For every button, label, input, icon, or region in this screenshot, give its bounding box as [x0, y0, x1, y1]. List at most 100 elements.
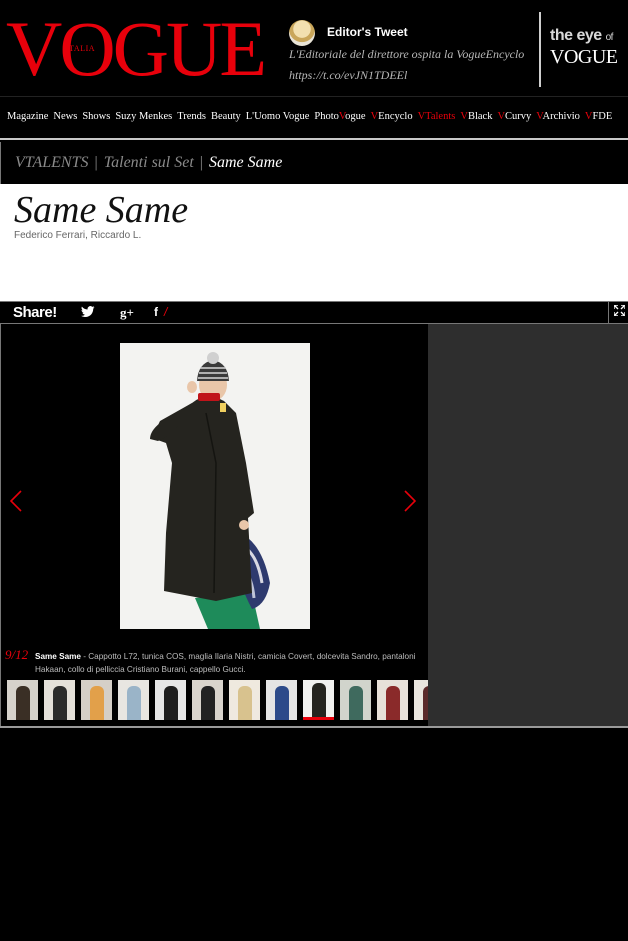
gallery-thumbnail[interactable]: [7, 680, 38, 720]
editor-avatar: [289, 20, 315, 46]
nav-item-label: L'Uomo Vogue: [245, 111, 310, 122]
gallery-thumbnail[interactable]: [266, 680, 297, 720]
nav-item-trends[interactable]: Trends: [177, 111, 206, 122]
tweet-line: L'Editoriale del direttore ospita la Vog…: [289, 47, 525, 61]
site-header: VOGUE ITALIA Editor's Tweet L'Editoriale…: [0, 0, 628, 96]
thumbnail-figure: [200, 686, 215, 720]
fullscreen-button[interactable]: [608, 302, 628, 323]
eye-logo-line1: the eye: [550, 27, 602, 44]
nav-item-label: Trends: [177, 111, 207, 122]
thumbnail-figure: [52, 686, 67, 720]
thumbnail-figure: [163, 686, 178, 720]
breadcrumb-inner: VTALENTS | Talenti sul Set | Same Same: [15, 154, 282, 172]
gallery-caption: Same Same - Cappotto L72, tunica COS, ma…: [35, 650, 427, 676]
nav-list: Magazine News Shows Suzy Menkes Trends Beauty…: [7, 111, 617, 122]
main-nav: Magazine News Shows Suzy Menkes Trends Beauty…: [0, 96, 628, 140]
nav-item-vtalents[interactable]: VTalents: [418, 111, 456, 122]
gallery-thumbnail[interactable]: [155, 680, 186, 720]
nav-item-label: ogue: [345, 111, 366, 122]
twitter-bird-icon[interactable]: [81, 306, 95, 320]
nav-item-vblack[interactable]: VBlack: [460, 111, 492, 122]
gallery-main-photo[interactable]: [120, 343, 310, 629]
nav-item-varchivio[interactable]: VArchivio: [536, 111, 580, 122]
breadcrumb: VTALENTS | Talenti sul Set | Same Same: [0, 142, 628, 184]
photo-gallery: 9/12 Same Same - Cappotto L72, tunica CO…: [0, 324, 429, 727]
nav-item-label: Beauty: [211, 111, 241, 122]
thumbnail-figure: [348, 686, 363, 720]
nav-item-v: V: [460, 111, 468, 122]
nav-item-label: Archivio: [542, 111, 580, 122]
eye-logo-bottom: VOGUE: [550, 46, 618, 68]
facebook-slash: /: [164, 305, 168, 319]
nav-item-label: Shows: [82, 111, 111, 122]
thumbnail-figure: [89, 686, 104, 720]
chevron-left-icon[interactable]: [9, 489, 22, 519]
nav-item-prefix: Photo: [314, 111, 339, 122]
thumbnail-figure: [274, 686, 289, 720]
nav-item-label: FDE: [592, 111, 613, 122]
nav-item-label: Black: [467, 111, 493, 122]
logo-italia: ITALIA: [66, 44, 96, 53]
page-title: Same Same: [14, 189, 189, 231]
thumbnail-strip: [7, 680, 429, 720]
gallery-thumbnail[interactable]: [340, 680, 371, 720]
tweet-title: Editor's Tweet: [327, 25, 408, 39]
nav-item-vencyclo[interactable]: VEncyclo: [371, 111, 413, 122]
facebook-icon[interactable]: f: [154, 305, 158, 319]
google-plus-icon[interactable]: g+: [120, 305, 134, 321]
thumbnail-figure: [237, 686, 252, 720]
nav-item-suzy-menkes[interactable]: Suzy Menkes: [115, 111, 172, 122]
tweet-link[interactable]: https://t.co/evJN1TDEEl: [289, 65, 539, 86]
article-authors: Federico Ferrari, Riccardo L.: [14, 230, 142, 241]
nav-item-label: News: [53, 111, 78, 122]
thumbnail-figure: [385, 686, 400, 720]
chevron-right-icon[interactable]: [404, 489, 417, 519]
vogue-logo[interactable]: VOGUE ITALIA: [6, 5, 267, 92]
gallery-thumbnail[interactable]: [229, 680, 260, 720]
nav-item-shows[interactable]: Shows: [82, 111, 110, 122]
breadcrumb-item-vtalents[interactable]: VTALENTS: [15, 154, 89, 171]
gallery-counter: 9/12: [5, 647, 29, 662]
nav-item-label: Magazine: [7, 111, 49, 122]
nav-item-label: Talents: [425, 111, 456, 122]
nav-item-photovogue[interactable]: PhotoVogue: [314, 111, 365, 122]
breadcrumb-separator: |: [199, 154, 203, 171]
thumbnail-figure: [126, 686, 141, 720]
nav-item-vfde[interactable]: VFDE: [585, 111, 612, 122]
nav-item-v: V: [497, 111, 506, 122]
fullscreen-icon: [613, 304, 626, 319]
header-divider: [539, 12, 541, 87]
caption-text: - Cappotto L72, tunica COS, maglia Ilari…: [35, 652, 416, 674]
share-bar: Share! g+ f /: [0, 301, 628, 324]
nav-item-label: Encyclo: [378, 111, 413, 122]
nav-item-news[interactable]: News: [53, 111, 77, 122]
eye-of-vogue-logo[interactable]: the eye of VOGUE: [550, 28, 624, 69]
thumbnail-figure: [15, 686, 30, 720]
gallery-thumbnail[interactable]: [192, 680, 223, 720]
nav-item-vcurvy[interactable]: VCurvy: [497, 111, 531, 122]
nav-item-label: Curvy: [505, 111, 532, 122]
gallery-thumbnail[interactable]: [118, 680, 149, 720]
nav-item-magazine[interactable]: Magazine: [7, 111, 48, 122]
article-header: Same Same Federico Ferrari, Riccardo L.: [0, 184, 628, 301]
nav-item-label: Suzy Menkes: [115, 111, 173, 122]
gallery-thumbnail[interactable]: [377, 680, 408, 720]
caption-title: Same Same: [35, 652, 81, 661]
gallery-bottom-rule: [0, 726, 628, 728]
nav-item-beauty[interactable]: Beauty: [211, 111, 241, 122]
gallery-thumbnail[interactable]: [81, 680, 112, 720]
gallery-thumbnail[interactable]: [44, 680, 75, 720]
thumbnail-figure: [311, 683, 326, 717]
gallery-thumbnail[interactable]: [414, 680, 429, 720]
gallery-thumbnail[interactable]: [303, 680, 334, 720]
breadcrumb-separator: |: [94, 154, 98, 171]
eye-logo-of: of: [605, 32, 614, 43]
share-label: Share!: [13, 304, 57, 321]
nav-item-l-uomo-vogue[interactable]: L'Uomo Vogue: [246, 111, 310, 122]
breadcrumb-item-talenti[interactable]: Talenti sul Set: [104, 154, 194, 171]
breadcrumb-item-current: Same Same: [209, 154, 283, 171]
tweet-body: L'Editoriale del direttore ospita la Vog…: [289, 44, 539, 86]
side-panel: [428, 324, 628, 727]
logo-text: VOGUE: [6, 5, 267, 92]
eye-logo-top: the eye of: [550, 28, 624, 46]
